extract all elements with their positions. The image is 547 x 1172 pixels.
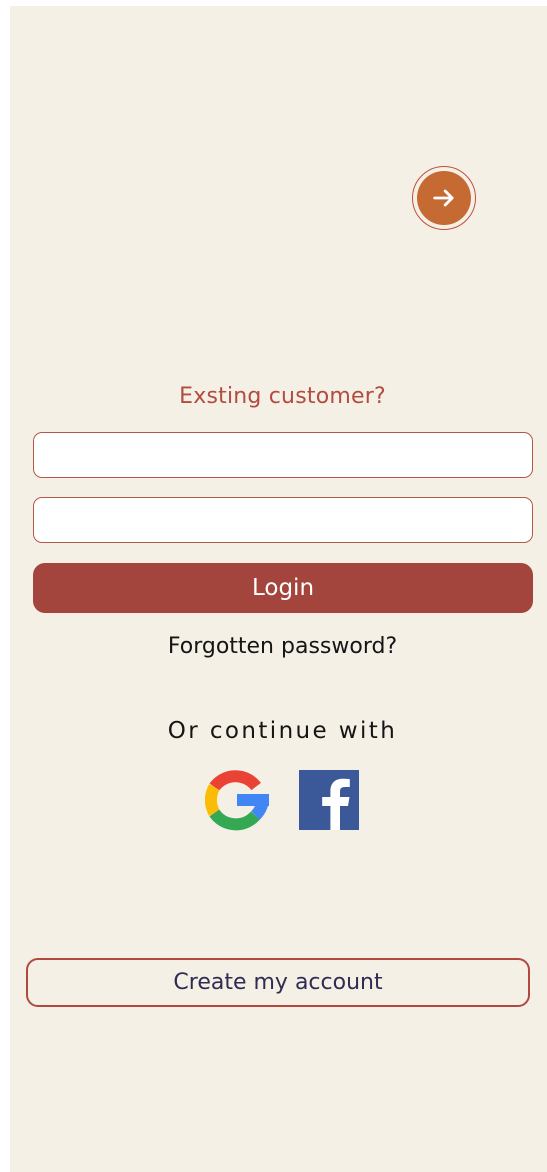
skip-button[interactable] [412, 166, 476, 230]
google-login-button[interactable] [204, 768, 269, 832]
facebook-login-button[interactable] [297, 768, 361, 832]
existing-customer-heading: Exsting customer? [179, 384, 386, 409]
forgot-password-link[interactable]: Forgotten password? [0, 634, 547, 659]
login-button[interactable]: Login [33, 563, 533, 613]
create-account-button[interactable]: Create my account [26, 958, 530, 1007]
google-icon [204, 770, 269, 831]
password-input[interactable] [33, 497, 533, 543]
skip-button-fill [417, 171, 471, 225]
username-input[interactable] [33, 432, 533, 478]
continue-with-label: Or continue with [167, 718, 398, 744]
arrow-right-icon [433, 189, 454, 207]
facebook-icon [299, 770, 359, 830]
